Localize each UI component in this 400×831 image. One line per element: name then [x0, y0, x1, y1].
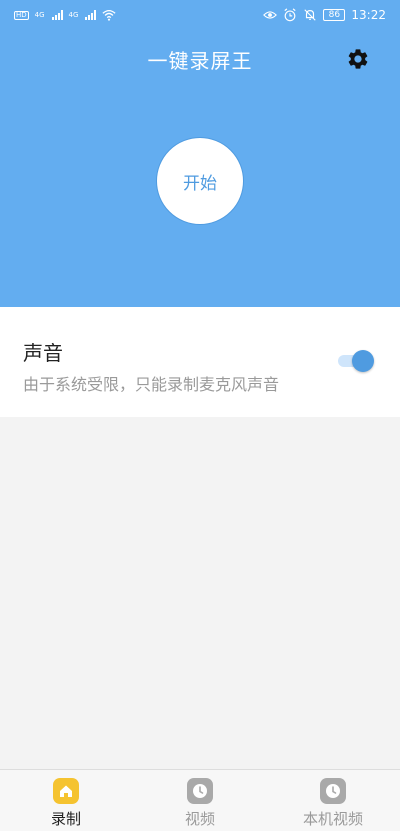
- hd-badge: HD: [14, 10, 29, 20]
- nav-item-video[interactable]: 视频: [150, 778, 250, 829]
- wifi-icon: [102, 9, 116, 21]
- battery-indicator: 86: [323, 9, 346, 21]
- status-bar-right: 86 13:22: [263, 8, 386, 22]
- gear-icon: [348, 49, 368, 69]
- status-bar-left: HD 4G 4G: [14, 8, 116, 22]
- clock-icon: [187, 778, 213, 804]
- clock-icon: [320, 778, 346, 804]
- status-time: 13:22: [351, 8, 386, 22]
- home-icon: [53, 778, 79, 804]
- start-button[interactable]: 开始: [156, 137, 244, 225]
- settings-button[interactable]: [344, 45, 372, 73]
- alarm-icon: [284, 8, 297, 22]
- sound-description: 由于系统受限，只能录制麦克风声音: [23, 375, 280, 394]
- network-type-2: 4G: [68, 11, 79, 19]
- status-bar: HD 4G 4G 86 13:22: [0, 0, 400, 32]
- nav-label-local-video: 本机视频: [302, 810, 363, 828]
- nav-item-record[interactable]: 录制: [16, 778, 116, 829]
- sound-title: 声音: [23, 341, 63, 365]
- nav-item-local-video[interactable]: 本机视频: [283, 778, 383, 829]
- header: HD 4G 4G 86 13:22 一键录屏王 开始: [0, 0, 400, 307]
- bottom-nav: 录制 视频 本机视频: [0, 769, 400, 831]
- eye-icon: [263, 11, 278, 19]
- signal-icon-2: [85, 10, 97, 20]
- sound-toggle[interactable]: [338, 349, 374, 373]
- nav-label-record: 录制: [50, 810, 81, 828]
- app-title: 一键录屏王: [147, 49, 253, 73]
- network-type-1: 4G: [34, 11, 45, 19]
- mute-icon: [304, 9, 317, 21]
- toggle-thumb: [352, 350, 374, 372]
- sound-setting-card: 声音 由于系统受限，只能录制麦克风声音: [0, 307, 400, 417]
- signal-icon: [51, 10, 63, 20]
- start-button-label: 开始: [183, 173, 217, 194]
- nav-label-video: 视频: [184, 810, 215, 828]
